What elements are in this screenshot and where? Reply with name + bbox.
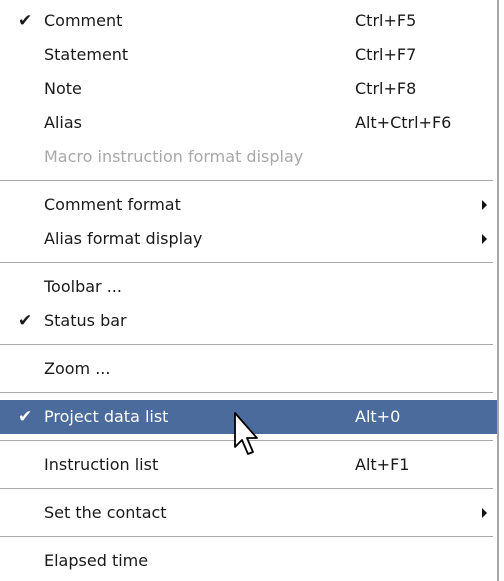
submenu-arrow-icon: [482, 508, 487, 518]
menu-separator: [0, 434, 497, 448]
menu-item-label: Comment: [44, 11, 123, 30]
menu-item-comment-format[interactable]: Comment format: [0, 188, 497, 222]
submenu-arrow-icon: [482, 234, 487, 244]
menu-item-alias-format-display[interactable]: Alias format display: [0, 222, 497, 256]
check-icon: ✔: [18, 311, 33, 331]
menu-item-status-bar[interactable]: ✔ Status bar: [0, 304, 497, 338]
menu-item-comment[interactable]: ✔ Comment Ctrl+F5: [0, 4, 497, 38]
menu-separator: [0, 386, 497, 400]
menu-item-shortcut: Alt+0: [355, 407, 401, 426]
menu-item-toolbar[interactable]: Toolbar ...: [0, 270, 497, 304]
menu-item-elapsed-time[interactable]: Elapsed time: [0, 544, 497, 578]
menu-item-label: Instruction list: [44, 455, 159, 474]
menu-item-shortcut: Ctrl+F8: [355, 79, 417, 98]
menu-item-shortcut: Alt+F1: [355, 455, 410, 474]
menu-item-set-the-contact[interactable]: Set the contact: [0, 496, 497, 530]
menu-item-zoom[interactable]: Zoom ...: [0, 352, 497, 386]
menu-item-label: Statement: [44, 45, 129, 64]
menu-item-label: Status bar: [44, 311, 127, 330]
menu-item-shortcut: Ctrl+F7: [355, 45, 417, 64]
menu-item-label: Macro instruction format display: [44, 147, 304, 166]
menu-item-shortcut: Alt+Ctrl+F6: [355, 113, 452, 132]
check-icon: ✔: [18, 407, 33, 427]
menu-item-label: Project data list: [44, 407, 169, 426]
menu-item-alias[interactable]: Alias Alt+Ctrl+F6: [0, 106, 497, 140]
menu-item-label: Toolbar ...: [44, 277, 122, 296]
menu-item-label: Comment format: [44, 195, 181, 214]
menu-item-label: Set the contact: [44, 503, 167, 522]
menu-item-statement[interactable]: Statement Ctrl+F7: [0, 38, 497, 72]
menu-separator: [0, 530, 497, 544]
menu-item-label: Note: [44, 79, 82, 98]
menu-item-label: Alias format display: [44, 229, 203, 248]
menu-item-label: Alias: [44, 113, 82, 132]
check-icon: ✔: [18, 11, 33, 31]
menu-item-macro-instruction-format-display: Macro instruction format display: [0, 140, 497, 174]
menu-item-project-data-list[interactable]: ✔ Project data list Alt+0: [0, 400, 497, 434]
submenu-arrow-icon: [482, 200, 487, 210]
menu-item-shortcut: Ctrl+F5: [355, 11, 417, 30]
menu-item-note[interactable]: Note Ctrl+F8: [0, 72, 497, 106]
menu-item-label: Elapsed time: [44, 551, 149, 570]
menu-separator: [0, 174, 497, 188]
menu-item-label: Zoom ...: [44, 359, 111, 378]
context-menu: ✔ Comment Ctrl+F5 Statement Ctrl+F7 Note…: [0, 0, 499, 581]
menu-separator: [0, 256, 497, 270]
menu-separator: [0, 482, 497, 496]
menu-separator: [0, 338, 497, 352]
menu-item-instruction-list[interactable]: Instruction list Alt+F1: [0, 448, 497, 482]
